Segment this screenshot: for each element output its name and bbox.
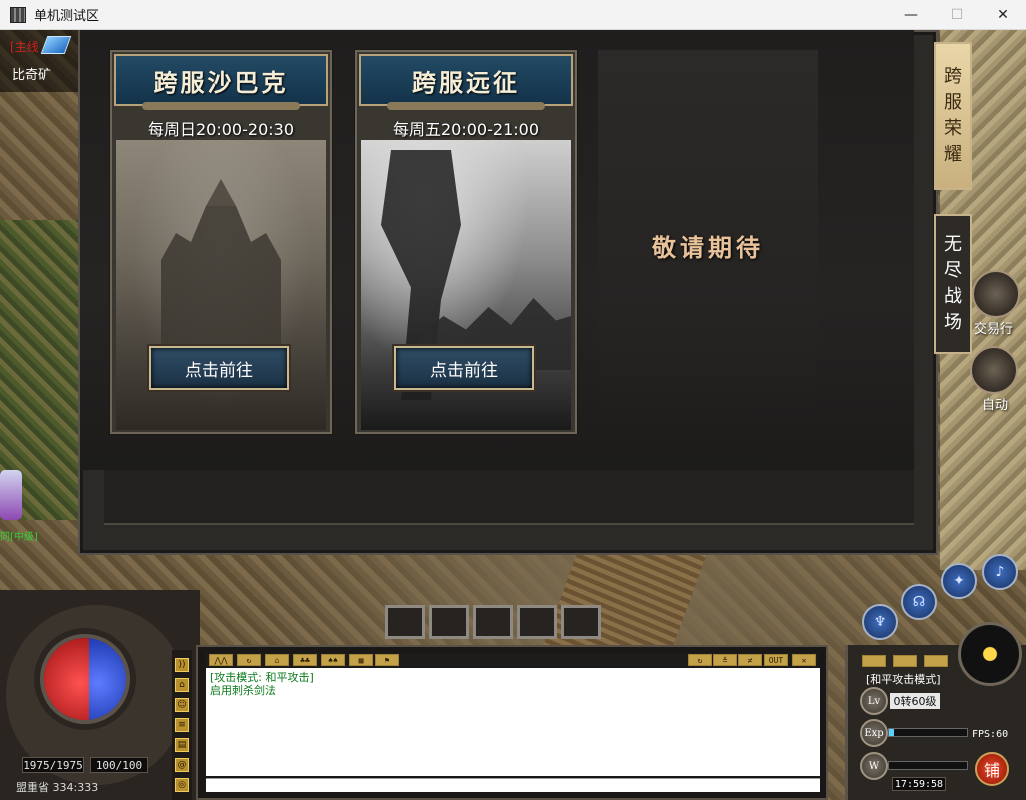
- action-slot-4[interactable]: [517, 605, 557, 639]
- server-tag: [主线: [10, 40, 39, 54]
- weight-icon: W: [860, 752, 888, 780]
- window-controls: — ☐ ✕: [888, 0, 1026, 30]
- action-slot-1[interactable]: [385, 605, 425, 639]
- player-sprite[interactable]: [0, 470, 22, 520]
- card-banner: 跨服沙巴克: [114, 54, 328, 106]
- exp-icon: Exp: [860, 719, 888, 747]
- side-tab-char: 无: [944, 234, 962, 255]
- clock-readout: 17:59:58: [892, 777, 946, 791]
- banner-scroll-ornament: [387, 102, 545, 110]
- window-title: 单机测试区: [34, 9, 100, 24]
- icon-scroll[interactable]: ≡: [175, 718, 189, 732]
- fps-readout: FPS:60: [972, 729, 1009, 740]
- level-icon: Lv: [860, 687, 888, 715]
- minimize-button[interactable]: —: [888, 0, 934, 30]
- card-banner: 跨服远征: [359, 54, 573, 106]
- icon-house[interactable]: ⌂: [175, 678, 189, 692]
- level-readout: 0转60级: [890, 693, 940, 709]
- go-button-shabake[interactable]: 点击前往: [149, 346, 289, 390]
- location-name: 比奇矿: [12, 68, 52, 83]
- side-tab-char: 尽: [944, 260, 962, 281]
- side-tab-char: 场: [944, 312, 962, 333]
- icon-mail[interactable]: @: [175, 758, 189, 772]
- chat-close-button[interactable]: ✕: [792, 654, 816, 666]
- card-cross-server-shabake: 跨服沙巴克 每周日20:00-20:30 点击前往: [110, 50, 332, 434]
- action-slot-5[interactable]: [561, 605, 601, 639]
- chat-tool-flag[interactable]: ⚑: [375, 654, 399, 666]
- tab-endless-battlefield[interactable]: 无尽战场: [934, 214, 972, 354]
- player-label: 同[中级]: [0, 532, 38, 543]
- action-slot-2[interactable]: [429, 605, 469, 639]
- card-cross-server-expedition: 跨服远征 每周五20:00-21:00 点击前往: [355, 50, 577, 434]
- icon-signal[interactable]: )): [175, 658, 189, 672]
- chat-tool-box[interactable]: ▦: [349, 654, 373, 666]
- card-schedule: 每周五20:00-21:00: [393, 120, 539, 139]
- side-tab-char: 战: [944, 286, 962, 307]
- weight-bar: [888, 761, 968, 770]
- trade-button[interactable]: [972, 270, 1020, 318]
- chat-input[interactable]: [206, 778, 820, 792]
- exp-bar-fill: [889, 729, 894, 736]
- window-titlebar: 单机测试区 — ☐ ✕: [0, 0, 1026, 30]
- day-night-sun-icon: [958, 622, 1022, 686]
- chat-tool-settings[interactable]: ≚: [713, 654, 737, 666]
- side-tab-char: 耀: [944, 144, 962, 165]
- side-tab-char: 跨: [944, 66, 962, 87]
- chat-tool-reload[interactable]: ↻: [688, 654, 712, 666]
- map-coordinates: 盟重省 334:333: [16, 781, 99, 794]
- coming-soon-panel: 敬请期待: [598, 50, 818, 434]
- gem-icon[interactable]: [40, 36, 72, 54]
- hp-orb-half: [44, 638, 89, 720]
- sound-orb[interactable]: ♪: [982, 554, 1018, 590]
- chat-tool-emote[interactable]: ⋀⋀: [209, 654, 233, 666]
- icon-book[interactable]: ▤: [175, 738, 189, 752]
- exp-bar: [888, 728, 968, 737]
- chat-tool-team[interactable]: ♣♣: [293, 654, 317, 666]
- chat-line: [攻击模式: 和平攻击]: [210, 671, 314, 684]
- trade-label: 交易行: [974, 322, 1014, 337]
- chat-tool-guild[interactable]: ♠♠: [321, 654, 345, 666]
- mode-icon-2[interactable]: [893, 655, 917, 667]
- chat-line: 启用刺杀剑法: [210, 684, 276, 697]
- action-slot-3[interactable]: [473, 605, 513, 639]
- modal-ledge: [104, 470, 914, 525]
- close-button[interactable]: ✕: [980, 0, 1026, 30]
- banner-scroll-ornament: [142, 102, 300, 110]
- hp-mp-orb: [40, 634, 130, 724]
- chat-out-button[interactable]: OUT: [764, 654, 788, 666]
- icon-team[interactable]: ☺: [175, 698, 189, 712]
- skill-orb-1[interactable]: ♆: [862, 604, 898, 640]
- hud-icon-column: )) ⌂ ☺ ≡ ▤ @ ◎: [172, 650, 192, 800]
- attack-mode-label[interactable]: [和平攻击模式]: [866, 671, 941, 687]
- card-title: 跨服远征: [412, 67, 520, 97]
- chat-tool-shop[interactable]: ⌂: [265, 654, 289, 666]
- maximize-button[interactable]: ☐: [934, 0, 980, 30]
- card-title: 跨服沙巴克: [153, 67, 289, 97]
- chat-tool-refresh[interactable]: ↻: [237, 654, 261, 666]
- skill-orb-2[interactable]: ☊: [901, 584, 937, 620]
- coming-soon-label: 敬请期待: [652, 233, 764, 262]
- tab-cross-server-glory[interactable]: 跨服荣耀: [934, 42, 972, 190]
- auto-button[interactable]: [970, 346, 1018, 394]
- mode-icon-3[interactable]: [924, 655, 948, 667]
- icon-gear[interactable]: ◎: [175, 778, 189, 792]
- side-tab-char: 荣: [944, 118, 962, 139]
- shop-button[interactable]: 铺: [975, 752, 1009, 786]
- app-icon: [10, 6, 26, 23]
- mode-icon-1[interactable]: [862, 655, 886, 667]
- chat-tool-pass[interactable]: ≠: [738, 654, 762, 666]
- side-tab-char: 服: [944, 92, 962, 113]
- card-schedule: 每周日20:00-20:30: [148, 120, 294, 139]
- top-left-hud: [主线 比奇矿: [0, 30, 82, 92]
- skill-orb-3[interactable]: ✦: [941, 563, 977, 599]
- chat-log[interactable]: [攻击模式: 和平攻击] 启用刺杀剑法: [206, 668, 820, 776]
- go-button-expedition[interactable]: 点击前往: [394, 346, 534, 390]
- auto-label: 自动: [982, 398, 1009, 413]
- mp-readout: 100/100: [90, 757, 148, 773]
- mp-orb-half: [89, 638, 126, 720]
- castle-icon: [161, 179, 281, 350]
- hp-readout: 1975/1975: [22, 757, 84, 773]
